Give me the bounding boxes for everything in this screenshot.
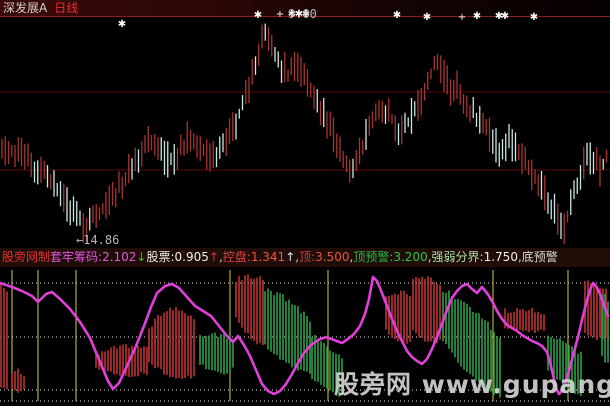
sell-marker-icon: ✱ [501,12,509,22]
readout-segment: 套牢筹码: [50,248,102,267]
sell-marker-icon: + [458,13,466,23]
readout-segment: 强弱分界: [432,248,484,267]
readout-segment: ↑ [209,248,219,267]
readout-segment: 底预警 [522,248,558,267]
sell-marker-icon: ✱ [530,13,538,23]
sell-marker-icon: ✱ [254,11,262,21]
low-annotation: ←14.86 [76,234,119,246]
sell-marker-icon: ✱ [473,12,481,22]
readout-segment: 1.341 [251,248,285,267]
readout-segment: 3.200 [393,248,427,267]
readout-segment: 2.102 [102,248,136,267]
readout-segment: 股票: [146,248,174,267]
readout-segment: ↓ [136,248,146,267]
high-annotation: 9.00 [288,8,317,20]
watermark: 股旁网 www.gupang.com [334,365,610,401]
indicator-readout-bar: 股旁网制 套牢筹码: 2.102↓ 股票: 0.905↑, 控盘: 1.341↑… [0,248,610,267]
stock-app-window: 深发展A 日线 ✱✱+✱✱✱✱✱+✱✱✱✱ 9.00 ←14.86 股旁网制 套… [0,0,610,406]
readout-segment: 控盘: [223,248,251,267]
price-and-indicator-chart[interactable] [0,0,610,406]
readout-segment: 顶: [299,248,315,267]
readout-segment: ↑ [285,248,295,267]
sell-marker-icon: ✱ [393,11,401,21]
readout-segment: 顶预警: [353,248,393,267]
sell-marker-icon: ✱ [423,13,431,23]
candles-layer [2,24,607,244]
readout-segment: 股旁网制 [2,248,50,267]
sell-marker-icon: + [276,10,284,20]
readout-segment: 3.500 [315,248,349,267]
readout-segment: 1.750 [484,248,518,267]
sell-marker-icon: ✱ [118,20,126,30]
readout-segment: 0.905 [175,248,209,267]
